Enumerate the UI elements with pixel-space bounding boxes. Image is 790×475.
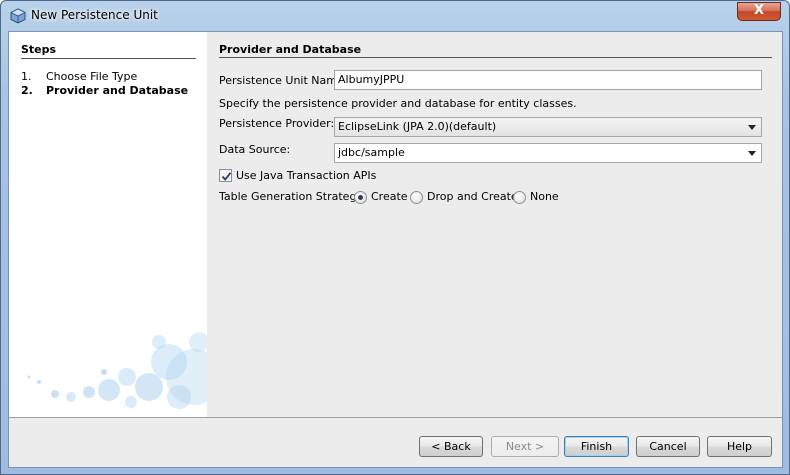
persistence-provider-value: EclipseLink (JPA 2.0)(default) <box>338 120 497 133</box>
persistence-provider-label: Persistence Provider: <box>219 117 335 130</box>
description-text: Specify the persistence provider and dat… <box>219 97 577 110</box>
radio-label-create[interactable]: Create <box>371 190 408 203</box>
persistence-unit-name-label: Persistence Unit Name: <box>219 74 348 87</box>
chevron-down-icon <box>748 151 756 156</box>
radio-drop-and-create[interactable] <box>410 191 423 204</box>
decorative-bubbles-graphic <box>27 332 207 409</box>
use-jta-label[interactable]: Use Java Transaction APIs <box>236 169 376 182</box>
radio-selected-dot <box>358 195 363 200</box>
steps-panel: Steps 1. Choose File Type 2. Provider and … <box>9 32 207 417</box>
section-divider <box>219 57 772 58</box>
checkmark-icon <box>221 172 232 181</box>
radio-label-none[interactable]: None <box>530 190 559 203</box>
close-button[interactable]: X <box>737 2 781 21</box>
button-bar-divider <box>9 417 782 418</box>
window-title: New Persistence Unit <box>31 8 158 22</box>
data-source-dropdown[interactable]: jdbc/sample <box>334 143 762 163</box>
help-button[interactable]: Help <box>707 436 772 457</box>
radio-label-drop-and-create[interactable]: Drop and Create <box>427 190 518 203</box>
next-button[interactable]: Next > <box>491 436 559 457</box>
section-title: Provider and Database <box>219 43 362 56</box>
radio-create[interactable] <box>354 191 367 204</box>
close-icon: X <box>753 3 765 18</box>
chevron-down-icon <box>748 125 756 130</box>
title-bar[interactable]: New Persistence Unit X <box>1 1 789 31</box>
dialog-client-area: Steps 1. Choose File Type 2. Provider and … <box>8 31 783 468</box>
back-button[interactable]: < Back <box>419 436 483 457</box>
table-generation-strategy-label: Table Generation Strategy: <box>219 190 366 203</box>
persistence-unit-name-input[interactable]: AlbumyJPPU <box>334 70 762 90</box>
cancel-button[interactable]: Cancel <box>636 436 700 457</box>
persistence-provider-dropdown[interactable]: EclipseLink (JPA 2.0)(default) <box>334 117 762 137</box>
radio-none[interactable] <box>513 191 526 204</box>
content-panel: Provider and Database Persistence Unit N… <box>207 32 782 417</box>
netbeans-cube-icon <box>10 8 26 24</box>
data-source-label: Data Source: <box>219 143 291 156</box>
data-source-value: jdbc/sample <box>338 146 405 159</box>
finish-button[interactable]: Finish <box>564 436 629 457</box>
use-jta-checkbox[interactable] <box>219 169 232 182</box>
dialog-window: New Persistence Unit X Steps 1. Choose Fi… <box>0 0 790 475</box>
